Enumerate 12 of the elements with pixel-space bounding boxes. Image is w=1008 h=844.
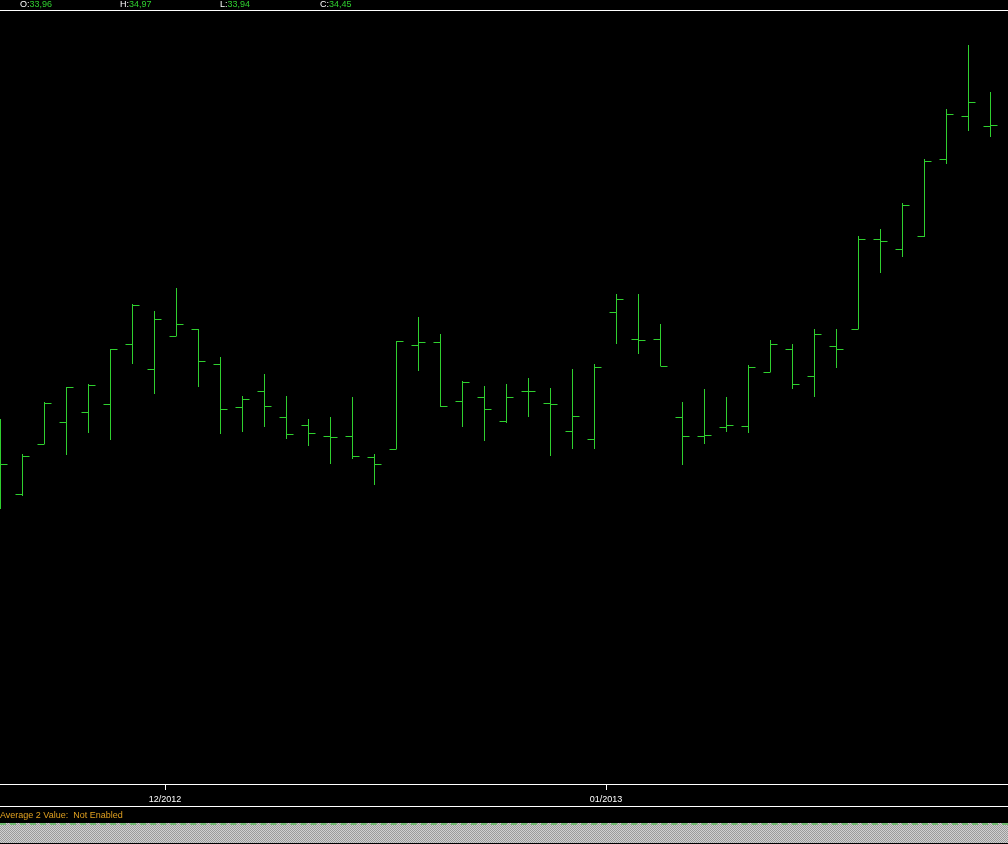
legend-value: 34,45 <box>329 0 352 10</box>
legend-value: 34,97 <box>129 0 152 10</box>
legend-label: H: <box>120 0 129 10</box>
status-text: Average 2 Value: Not Enabled <box>0 810 123 820</box>
scroll-strip[interactable] <box>0 823 1008 843</box>
legend-label: L: <box>220 0 228 10</box>
legend-label: C: <box>320 0 329 10</box>
axis-label: 01/2013 <box>589 794 623 804</box>
axis-label: 12/2012 <box>148 794 182 804</box>
legend-value: 33,94 <box>227 0 251 10</box>
legend-label: O: <box>20 0 30 10</box>
legend-value: 33,96 <box>29 0 53 10</box>
